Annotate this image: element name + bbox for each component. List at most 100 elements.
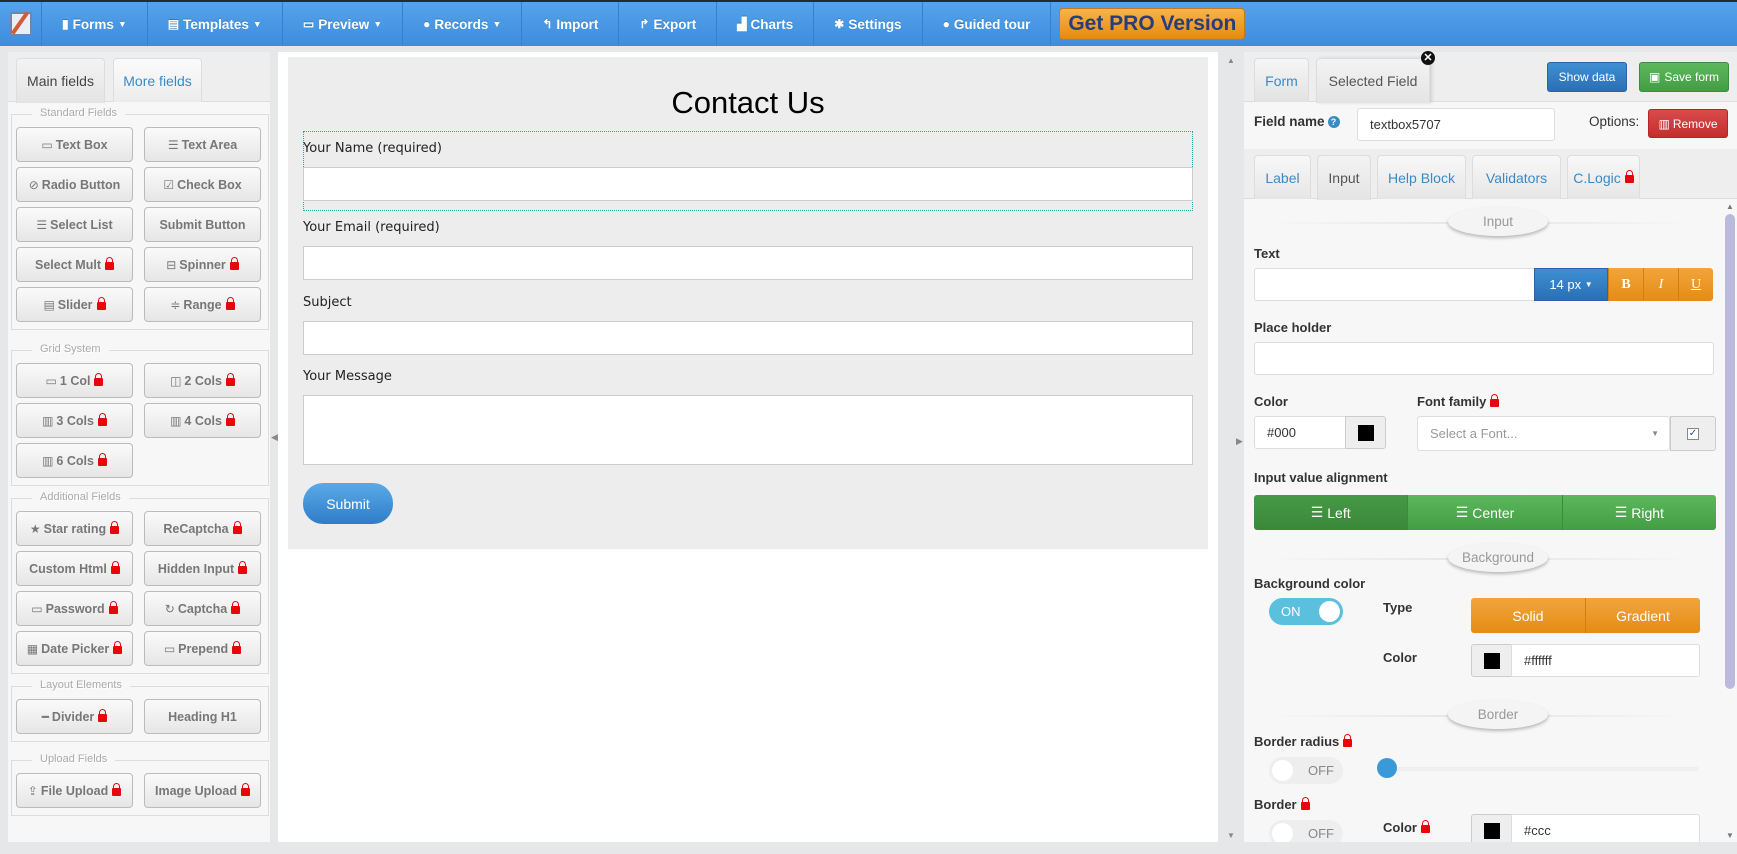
nav-records[interactable]: ● Records ▼: [403, 2, 523, 46]
nav-guided-tour[interactable]: ● Guided tour: [923, 2, 1052, 46]
nav-preview[interactable]: ▭ Preview ▼: [283, 2, 404, 46]
message-textarea[interactable]: [303, 395, 1193, 465]
submit-button[interactable]: Submit: [303, 483, 393, 524]
app-logo[interactable]: [0, 2, 42, 46]
tab-more-fields[interactable]: More fields: [113, 58, 202, 102]
tab-form[interactable]: Form: [1254, 58, 1309, 102]
nav-import[interactable]: ↰ Import: [522, 2, 620, 46]
align-left-button[interactable]: ☰ Left: [1254, 495, 1409, 530]
align-center-button[interactable]: ☰ Center: [1408, 495, 1563, 530]
field-button-prepend[interactable]: ▭ Prepend: [144, 631, 261, 666]
scroll-up-icon[interactable]: ▲: [1227, 56, 1235, 65]
tab-label[interactable]: Label: [1254, 155, 1311, 199]
canvas-scrollbar[interactable]: ▲ ▼: [1225, 52, 1237, 842]
field-button-radio-button[interactable]: ⊘ Radio Button: [16, 167, 133, 202]
placeholder-input[interactable]: [1254, 342, 1714, 375]
field-button-heading-h1[interactable]: Heading H1: [144, 699, 261, 734]
field-button-4-cols[interactable]: ▥ 4 Cols: [144, 403, 261, 438]
tab-input[interactable]: Input: [1317, 155, 1371, 200]
field-button-6-cols[interactable]: ▥ 6 Cols: [16, 443, 133, 478]
border-radius-toggle[interactable]: OFF: [1269, 757, 1343, 784]
solid-button[interactable]: Solid: [1471, 598, 1586, 633]
text-input[interactable]: [1254, 268, 1536, 301]
range-icon: ≑: [170, 297, 181, 312]
nav-templates[interactable]: ▤ Templates ▼: [148, 2, 283, 46]
tab-c-logic[interactable]: C.Logic: [1567, 155, 1640, 199]
tab-help-block[interactable]: Help Block: [1377, 155, 1466, 199]
bg-color-picker[interactable]: [1471, 644, 1512, 677]
scroll-down-icon[interactable]: ▼: [1227, 831, 1235, 840]
field-button-select-list[interactable]: ☰ Select List: [16, 207, 133, 242]
align-right-button[interactable]: ☰ Right: [1562, 495, 1716, 530]
collapse-left-icon[interactable]: ◀: [271, 432, 278, 443]
field-button-submit-button[interactable]: Submit Button: [144, 207, 261, 242]
font-family-checkbox[interactable]: ✓: [1670, 416, 1716, 451]
tab-main-fields[interactable]: Main fields: [16, 58, 105, 103]
field-button-password[interactable]: ▭ Password: [16, 591, 133, 626]
slider-handle[interactable]: [1377, 758, 1397, 778]
field-button-image-upload[interactable]: Image Upload: [144, 773, 261, 808]
collapse-right-icon[interactable]: ▶: [1236, 436, 1243, 447]
field-button-custom-html[interactable]: Custom Html: [16, 551, 133, 586]
form-title[interactable]: Contact Us: [288, 85, 1208, 121]
field-button-captcha[interactable]: ↻ Captcha: [144, 591, 261, 626]
toggle-knob: [1272, 760, 1293, 781]
scroll-down-icon[interactable]: ▼: [1726, 831, 1734, 840]
underline-button[interactable]: U: [1678, 268, 1713, 301]
get-pro-button[interactable]: Get PRO Version: [1059, 8, 1246, 40]
close-icon[interactable]: ✕: [1421, 51, 1435, 65]
field-button-date-picker[interactable]: ▦ Date Picker: [16, 631, 133, 666]
field-button-file-upload[interactable]: ⇪ File Upload: [16, 773, 133, 808]
field-button-divider[interactable]: ━ Divider: [16, 699, 133, 734]
help-icon[interactable]: ?: [1327, 116, 1340, 128]
chevron-down-icon: ▼: [1651, 429, 1659, 438]
reply-icon: ↰: [542, 17, 553, 31]
color-swatch: [1357, 424, 1374, 441]
field-button-select-mult[interactable]: Select Mult: [16, 247, 133, 282]
save-form-button[interactable]: ▣ Save form: [1639, 62, 1729, 92]
field-button-hidden-input[interactable]: Hidden Input: [144, 551, 261, 586]
toggle-state: OFF: [1308, 826, 1334, 841]
field-button-recaptcha[interactable]: ReCaptcha: [144, 511, 261, 546]
field-button-spinner[interactable]: ⊟ Spinner: [144, 247, 261, 282]
field-button-3-cols[interactable]: ▥ 3 Cols: [16, 403, 133, 438]
properties-scrollbar[interactable]: ▲ ▼: [1722, 200, 1736, 842]
email-input[interactable]: [303, 246, 1193, 280]
remove-button[interactable]: ▥ Remove: [1648, 109, 1728, 138]
border-radius-slider[interactable]: [1384, 767, 1698, 771]
nav-settings[interactable]: ✱ Settings: [814, 2, 923, 46]
field-button-star-rating[interactable]: ★ Star rating: [16, 511, 133, 546]
gradient-button[interactable]: Gradient: [1586, 598, 1700, 633]
border-color-picker[interactable]: [1471, 814, 1512, 842]
border-toggle[interactable]: OFF: [1269, 820, 1343, 842]
lock-icon: [225, 412, 235, 426]
field-button-text-area[interactable]: ☰ Text Area: [144, 127, 261, 162]
show-data-button[interactable]: Show data: [1547, 62, 1627, 92]
field-name-input[interactable]: textbox5707: [1357, 108, 1555, 141]
field-button-check-box[interactable]: ☑ Check Box: [144, 167, 261, 202]
font-family-select[interactable]: Select a Font... ▼: [1417, 416, 1670, 451]
field-button-slider[interactable]: ▤ Slider: [16, 287, 133, 322]
color-picker[interactable]: [1345, 416, 1386, 449]
scroll-up-icon[interactable]: ▲: [1726, 202, 1734, 211]
name-input[interactable]: [303, 167, 1193, 201]
border-color-input[interactable]: #ccc: [1511, 814, 1700, 842]
field-button-range[interactable]: ≑ Range: [144, 287, 261, 322]
italic-button[interactable]: I: [1643, 268, 1678, 301]
tab-validators[interactable]: Validators: [1472, 155, 1561, 199]
tab-selected-field[interactable]: Selected Field: [1316, 58, 1430, 103]
bold-button[interactable]: B: [1608, 268, 1643, 301]
bg-color-toggle[interactable]: ON: [1269, 598, 1343, 625]
field-button-2-cols[interactable]: ◫ 2 Cols: [144, 363, 261, 398]
nav-charts[interactable]: ▟ Charts: [717, 2, 815, 46]
field-button-1-col[interactable]: ▭ 1 Col: [16, 363, 133, 398]
color-input[interactable]: #000: [1254, 416, 1346, 449]
bg-color-input[interactable]: #ffffff: [1511, 644, 1700, 677]
field-button-text-box[interactable]: ▭ Text Box: [16, 127, 133, 162]
nav-forms[interactable]: ▮ Forms ▼: [42, 2, 148, 46]
align-left-label: Left: [1327, 504, 1351, 521]
nav-export[interactable]: ↱ Export: [619, 2, 718, 46]
subject-input[interactable]: [303, 321, 1193, 355]
font-size-dropdown[interactable]: 14 px ▼: [1534, 268, 1608, 301]
scrollbar-thumb[interactable]: [1725, 214, 1735, 689]
